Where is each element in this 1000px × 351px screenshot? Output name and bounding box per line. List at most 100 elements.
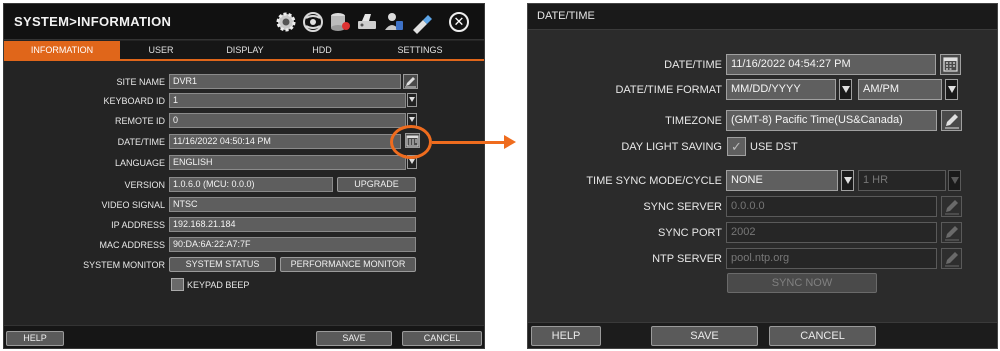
time-sync-label: TIME SYNC MODE/CYCLE bbox=[586, 175, 722, 187]
edit-sync-port-button bbox=[941, 222, 962, 243]
date-time-format-label: DATE/TIME FORMAT bbox=[615, 84, 722, 96]
keypad-beep-checkbox[interactable] bbox=[171, 278, 184, 291]
sync-mode-dropdown-icon[interactable] bbox=[841, 170, 854, 191]
close-icon: ✕ bbox=[453, 14, 465, 29]
sync-port-field: 2002 bbox=[726, 222, 937, 243]
dialog-footer: HELP SAVE CANCEL bbox=[4, 325, 484, 348]
video-signal-row: VIDEO SIGNAL NTSC bbox=[4, 197, 484, 213]
keypad-beep-row: KEYPAD BEEP bbox=[4, 277, 484, 293]
save-button[interactable]: SAVE bbox=[316, 331, 392, 346]
help-button[interactable]: HELP bbox=[531, 326, 601, 346]
mac-address-field: 90:DA:6A:22:A7:7F bbox=[169, 237, 416, 252]
edit-ntp-server-button bbox=[941, 248, 962, 269]
gear-icon[interactable] bbox=[274, 10, 298, 34]
cancel-button[interactable]: CANCEL bbox=[769, 326, 876, 346]
storage-icon[interactable] bbox=[328, 10, 352, 34]
sync-now-button: SYNC NOW bbox=[727, 273, 877, 293]
video-signal-label: VIDEO SIGNAL bbox=[101, 200, 165, 210]
site-name-row: SITE NAME DVR1 bbox=[4, 74, 484, 90]
ntp-server-label: NTP SERVER bbox=[652, 253, 722, 265]
help-button[interactable]: HELP bbox=[6, 331, 64, 346]
sync-mode-select[interactable]: NONE bbox=[726, 170, 838, 191]
system-monitor-row: SYSTEM MONITOR SYSTEM STATUS PERFORMANCE… bbox=[4, 257, 484, 273]
version-row: VERSION 1.0.6.0 (MCU: 0.0.0) UPGRADE bbox=[4, 177, 484, 193]
sync-server-label: SYNC SERVER bbox=[643, 201, 722, 213]
tab-information[interactable]: INFORMATION bbox=[4, 41, 120, 59]
edit-icon bbox=[405, 77, 416, 88]
edit-site-name-button[interactable] bbox=[403, 74, 418, 89]
timezone-field[interactable]: (GMT-8) Pacific Time(US&Canada) bbox=[726, 110, 937, 131]
language-label: LANGUAGE bbox=[114, 158, 165, 168]
site-name-label: SITE NAME bbox=[116, 77, 165, 87]
remote-id-field[interactable]: 0 bbox=[169, 113, 406, 128]
date-time-field[interactable]: 11/16/2022 04:50:14 PM bbox=[169, 134, 401, 149]
keyboard-id-dropdown-icon[interactable] bbox=[407, 93, 417, 107]
device-icon[interactable] bbox=[355, 10, 379, 34]
pointer-arrow bbox=[432, 141, 506, 144]
dialog-title: DATE/TIME bbox=[537, 10, 595, 22]
tab-bar: INFORMATION USER DISPLAY HDD SETTINGS bbox=[4, 41, 484, 61]
date-time-label: DATE/TIME bbox=[664, 59, 722, 71]
use-dst-label: USE DST bbox=[750, 141, 798, 153]
edit-sync-server-button bbox=[941, 196, 962, 217]
network-icon[interactable] bbox=[301, 10, 325, 34]
usb-icon[interactable] bbox=[409, 10, 433, 34]
time-format-dropdown-icon[interactable] bbox=[945, 79, 958, 100]
keyboard-id-row: KEYBOARD ID 1 bbox=[4, 93, 484, 109]
highlight-circle bbox=[390, 125, 432, 159]
keypad-beep-label: KEYPAD BEEP bbox=[187, 280, 250, 290]
date-format-dropdown-icon[interactable] bbox=[839, 79, 852, 100]
toolbar-icons bbox=[274, 10, 433, 34]
tab-user[interactable]: USER bbox=[120, 41, 202, 59]
ip-address-field: 192.168.21.184 bbox=[169, 217, 416, 232]
close-button[interactable]: ✕ bbox=[449, 12, 469, 32]
version-field: 1.0.6.0 (MCU: 0.0.0) bbox=[169, 177, 333, 192]
video-signal-field: NTSC bbox=[169, 197, 416, 212]
date-time-label: DATE/TIME bbox=[117, 137, 165, 147]
system-information-dialog: SYSTEM>INFORMATION ✕ INFORMATION USER DI… bbox=[3, 3, 485, 349]
checkmark-icon: ✓ bbox=[731, 139, 742, 154]
system-monitor-label: SYSTEM MONITOR bbox=[83, 260, 165, 270]
tab-hdd[interactable]: HDD bbox=[288, 41, 356, 59]
upgrade-button[interactable]: UPGRADE bbox=[337, 177, 416, 192]
remote-id-label: REMOTE ID bbox=[114, 116, 165, 126]
edit-icon bbox=[945, 252, 959, 267]
time-format-select[interactable]: AM/PM bbox=[858, 79, 942, 100]
performance-monitor-button[interactable]: PERFORMANCE MONITOR bbox=[280, 257, 416, 272]
sync-cycle-dropdown-icon bbox=[948, 170, 961, 191]
language-field[interactable]: ENGLISH bbox=[169, 155, 406, 170]
ntp-server-field: pool.ntp.org bbox=[726, 248, 937, 269]
date-format-select[interactable]: MM/DD/YYYY bbox=[726, 79, 836, 100]
dialog-header: SYSTEM>INFORMATION ✕ bbox=[4, 4, 484, 40]
dialog-header: DATE/TIME bbox=[528, 4, 997, 30]
timezone-label: TIMEZONE bbox=[665, 115, 722, 127]
calendar-icon bbox=[943, 57, 958, 72]
keyboard-id-label: KEYBOARD ID bbox=[103, 96, 165, 106]
version-label: VERSION bbox=[124, 180, 165, 190]
ip-address-label: IP ADDRESS bbox=[111, 220, 165, 230]
cancel-button[interactable]: CANCEL bbox=[402, 331, 482, 346]
sync-server-field: 0.0.0.0 bbox=[726, 196, 937, 217]
tab-settings[interactable]: SETTINGS bbox=[356, 41, 484, 59]
ip-address-row: IP ADDRESS 192.168.21.184 bbox=[4, 217, 484, 233]
date-time-field[interactable]: 11/16/2022 04:54:27 PM bbox=[726, 54, 936, 75]
site-name-field[interactable]: DVR1 bbox=[169, 74, 401, 89]
daylight-saving-label: DAY LIGHT SAVING bbox=[621, 141, 722, 153]
edit-icon bbox=[945, 200, 959, 215]
edit-icon bbox=[945, 226, 959, 241]
edit-icon bbox=[945, 114, 959, 129]
tab-display[interactable]: DISPLAY bbox=[202, 41, 288, 59]
keyboard-id-field[interactable]: 1 bbox=[169, 93, 406, 108]
date-time-dialog: DATE/TIME DATE/TIME 11/16/2022 04:54:27 … bbox=[527, 3, 998, 349]
sync-port-label: SYNC PORT bbox=[658, 227, 722, 239]
dialog-title: SYSTEM>INFORMATION bbox=[14, 14, 172, 29]
system-status-button[interactable]: SYSTEM STATUS bbox=[169, 257, 276, 272]
calendar-button[interactable] bbox=[940, 54, 961, 75]
arrow-head-icon bbox=[504, 135, 516, 149]
edit-timezone-button[interactable] bbox=[941, 110, 962, 131]
use-dst-checkbox[interactable]: ✓ bbox=[727, 137, 746, 156]
user-icon[interactable] bbox=[382, 10, 406, 34]
save-button[interactable]: SAVE bbox=[651, 326, 758, 346]
mac-address-label: MAC ADDRESS bbox=[99, 240, 165, 250]
mac-address-row: MAC ADDRESS 90:DA:6A:22:A7:7F bbox=[4, 237, 484, 253]
